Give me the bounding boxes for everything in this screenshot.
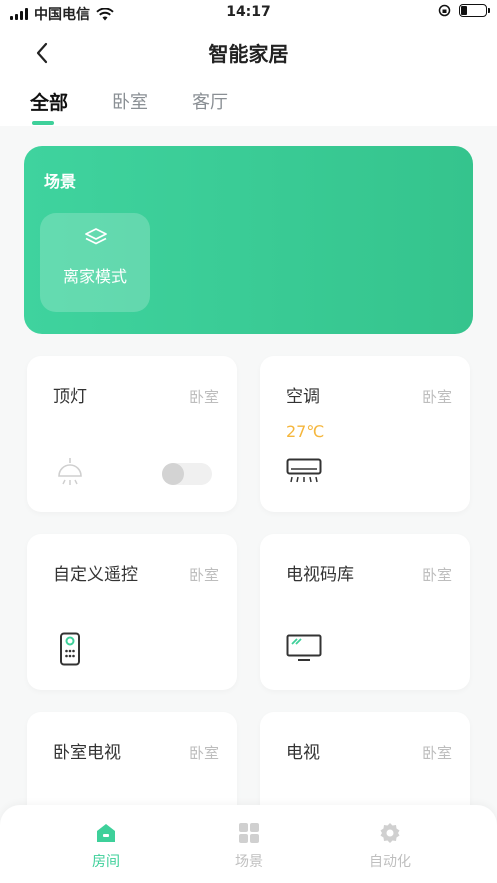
scene-title: 场景 [44, 172, 77, 191]
main-content: 场景 离家模式 顶灯 卧室 空调 卧室 27℃ 自定义遥控 卧室 电视码库 卧室… [0, 126, 497, 883]
switch-knob [162, 463, 184, 485]
device-room: 卧室 [421, 566, 452, 584]
device-room: 卧室 [421, 744, 452, 762]
bottom-nav: 房间 场景 自动化 [0, 805, 497, 883]
nav-scenes[interactable]: 场景 [204, 821, 294, 871]
air-conditioner-icon [286, 458, 322, 483]
header: 智能家居 全部 卧室 客厅 [0, 26, 497, 126]
device-room: 卧室 [421, 388, 452, 406]
nav-automation[interactable]: 自动化 [345, 821, 435, 871]
device-name: 电视 [286, 743, 320, 763]
status-right [438, 4, 490, 17]
device-room: 卧室 [188, 566, 219, 584]
device-card-air-conditioner[interactable]: 空调 卧室 27℃ [260, 356, 470, 512]
nav-label: 房间 [92, 854, 120, 870]
remote-control-icon [60, 632, 80, 666]
device-room: 卧室 [188, 744, 219, 762]
status-time: 14:17 [226, 4, 271, 20]
ceiling-light-switch[interactable] [162, 463, 212, 485]
tv-icon [286, 634, 322, 661]
scene-card: 场景 离家模式 [24, 146, 473, 334]
temperature-value: 27℃ [286, 422, 325, 441]
page-title: 智能家居 [208, 42, 289, 66]
orientation-lock-icon [438, 4, 451, 17]
device-name: 自定义遥控 [53, 565, 138, 585]
status-bar: 中国电信 14:17 [0, 0, 497, 26]
automation-icon [380, 823, 400, 843]
tab-label: 客厅 [192, 92, 229, 113]
tab-active-indicator [32, 121, 54, 125]
tab-bedroom[interactable]: 卧室 [112, 88, 148, 115]
nav-label: 自动化 [369, 854, 411, 870]
tab-living-room[interactable]: 客厅 [192, 88, 228, 115]
tab-label: 全部 [30, 92, 69, 114]
device-name: 电视码库 [286, 565, 354, 585]
device-room: 卧室 [188, 388, 219, 406]
layers-icon [85, 228, 107, 245]
device-card-ceiling-light[interactable]: 顶灯 卧室 [27, 356, 237, 512]
nav-label: 场景 [235, 854, 263, 870]
device-card-custom-remote[interactable]: 自定义遥控 卧室 [27, 534, 237, 690]
battery-icon [459, 4, 490, 17]
tab-label: 卧室 [112, 92, 149, 113]
nav-rooms[interactable]: 房间 [61, 821, 151, 871]
grid-icon [239, 823, 259, 843]
device-name: 空调 [286, 387, 320, 407]
away-mode-label: 离家模式 [62, 267, 127, 286]
device-name: 顶灯 [53, 387, 87, 407]
room-tabs: 全部 卧室 客厅 [30, 88, 272, 125]
ceiling-lamp-icon [58, 458, 82, 485]
tab-all[interactable]: 全部 [30, 88, 69, 125]
away-mode-button[interactable]: 离家模式 [40, 213, 150, 312]
device-name: 卧室电视 [53, 743, 121, 763]
house-icon [97, 824, 115, 842]
device-card-tv-codebase[interactable]: 电视码库 卧室 [260, 534, 470, 690]
